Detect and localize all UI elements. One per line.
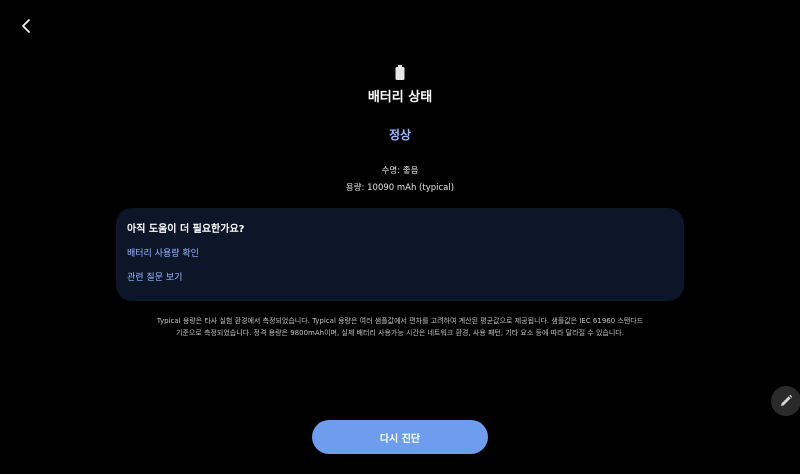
help-card-title: 아직 도움이 더 필요한가요? [127,224,245,235]
battery-status-screen: 배터리 상태 정상 수명: 좋음 용량: 10090 mAh (typical)… [0,0,800,474]
capacity-footnote: Typical 용량은 타사 실험 환경에서 측정되었습니다. Typical … [110,315,690,339]
rediagnose-button[interactable]: 다시 진단 [312,420,488,454]
related-questions-link[interactable]: 관련 질문 보기 [127,270,182,283]
back-button[interactable] [14,14,38,38]
footnote-line-1: Typical 용량은 타사 실험 환경에서 측정되었습니다. Typical … [156,317,644,325]
pencil-icon [781,394,793,406]
help-card: 아직 도움이 더 필요한가요? 배터리 사용량 확인 관련 질문 보기 [116,208,684,301]
edit-button[interactable] [771,386,800,416]
battery-status-label: 정상 [388,128,412,142]
page-title: 배터리 상태 [367,90,433,105]
check-battery-usage-link[interactable]: 배터리 사용량 확인 [127,246,199,259]
battery-icon [395,65,405,80]
chevron-left-icon [22,19,30,33]
battery-life-text: 수명: 좋음 [381,166,419,176]
footnote-line-2: 기준으로 측정되었습니다. 정격 용량은 9800mAh이며, 실제 배터리 사… [176,329,624,337]
battery-capacity-text: 용량: 10090 mAh (typical) [345,183,455,193]
